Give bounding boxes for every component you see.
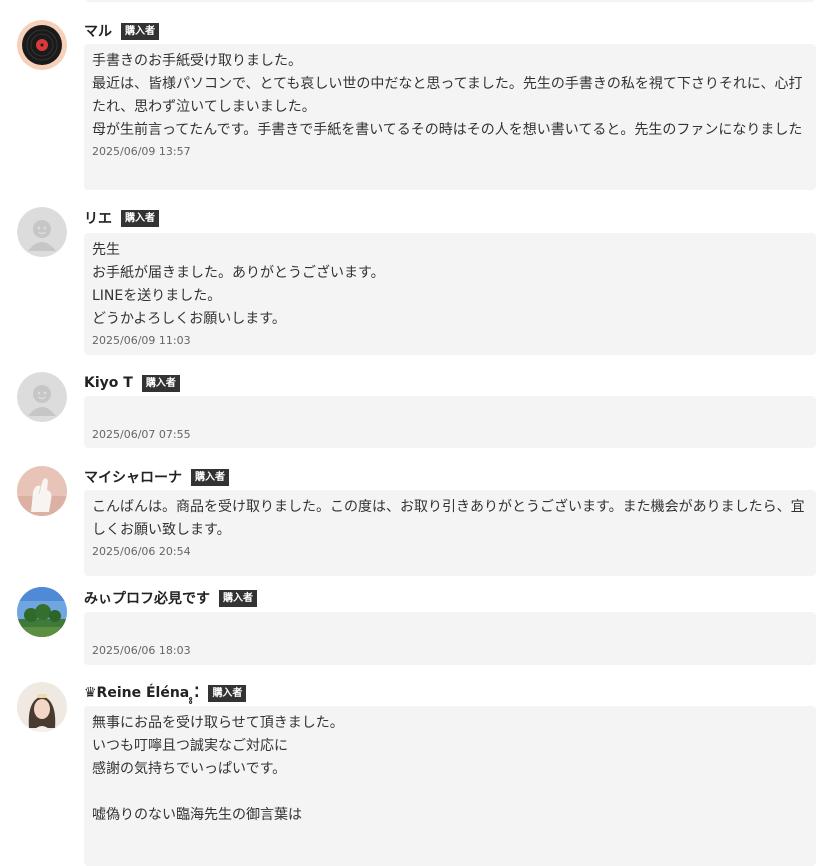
- comment-bubble: 手書きのお手紙受け取りました。 最近は、皆様パソコンで、とても哀しい世の中だなと…: [84, 44, 816, 190]
- user-name[interactable]: マイシャローナ: [84, 467, 182, 487]
- user-name-row: マイシャローナ 購入者: [84, 466, 229, 488]
- landscape-photo-avatar[interactable]: [17, 587, 67, 637]
- user-name-row: ♛Reine Éléna ̥̥⁚ 購入者: [84, 682, 247, 704]
- comment-date: 2025/06/06 20:54: [92, 545, 191, 558]
- default-user-icon[interactable]: [17, 207, 67, 257]
- buyer-badge: 購入者: [121, 209, 159, 227]
- comment-date: 2025/06/09 13:57: [92, 145, 191, 158]
- comment-bubble: 2025/06/06 18:03: [84, 612, 816, 665]
- buyer-badge: 購入者: [141, 374, 180, 392]
- buyer-badge: 購入者: [219, 589, 257, 607]
- comment-text: 無事にお品を受け取らせて頂きました。 いつも叮嚀且つ誠実なご対応に 感謝の気持ち…: [92, 715, 344, 823]
- comment-date: 2025/06/06 18:03: [92, 644, 191, 657]
- previous-comment-bubble: [84, 0, 816, 2]
- user-name[interactable]: ♛Reine Éléna ̥̥⁚: [84, 685, 199, 701]
- user-name-row: マル 購入者: [84, 20, 159, 42]
- user-name[interactable]: Kiyo T: [84, 375, 133, 391]
- comment-bubble: 2025/06/07 07:55: [84, 396, 816, 448]
- comment-text: こんばんは。商品を受け取りました。この度は、お取り引きありがとうございます。また…: [92, 499, 805, 538]
- comment-bubble: 無事にお品を受け取らせて頂きました。 いつも叮嚀且つ誠実なご対応に 感謝の気持ち…: [84, 706, 816, 866]
- buyer-badge: 購入者: [121, 22, 159, 40]
- user-name-row: リエ 購入者: [84, 207, 159, 229]
- user-name[interactable]: マル: [84, 21, 112, 41]
- hand-photo-avatar[interactable]: [17, 466, 67, 516]
- user-name-row: Kiyo T 購入者: [84, 372, 180, 394]
- default-user-icon[interactable]: [17, 372, 67, 422]
- comment-date: 2025/06/09 11:03: [92, 334, 191, 347]
- vinyl-record-icon[interactable]: [17, 20, 67, 70]
- user-name[interactable]: リエ: [84, 208, 112, 228]
- comment-text: [92, 618, 808, 641]
- comment-text: 手書きのお手紙受け取りました。 最近は、皆様パソコンで、とても哀しい世の中だなと…: [92, 53, 803, 138]
- comment-text: [92, 402, 808, 425]
- buyer-badge: 購入者: [208, 684, 247, 702]
- buyer-badge: 購入者: [191, 468, 229, 486]
- user-name[interactable]: みぃプロフ必見です: [84, 588, 210, 608]
- comment-bubble: こんばんは。商品を受け取りました。この度は、お取り引きありがとうございます。また…: [84, 490, 816, 576]
- portrait-photo-avatar[interactable]: [17, 682, 67, 732]
- comment-date: 2025/06/07 07:55: [92, 428, 191, 441]
- comment-bubble: 先生 お手紙が届きました。ありがとうございます。 LINEを送りました。 どうか…: [84, 233, 816, 355]
- user-name-row: みぃプロフ必見です 購入者: [84, 587, 257, 609]
- comment-text: 先生 お手紙が届きました。ありがとうございます。 LINEを送りました。 どうか…: [92, 242, 385, 327]
